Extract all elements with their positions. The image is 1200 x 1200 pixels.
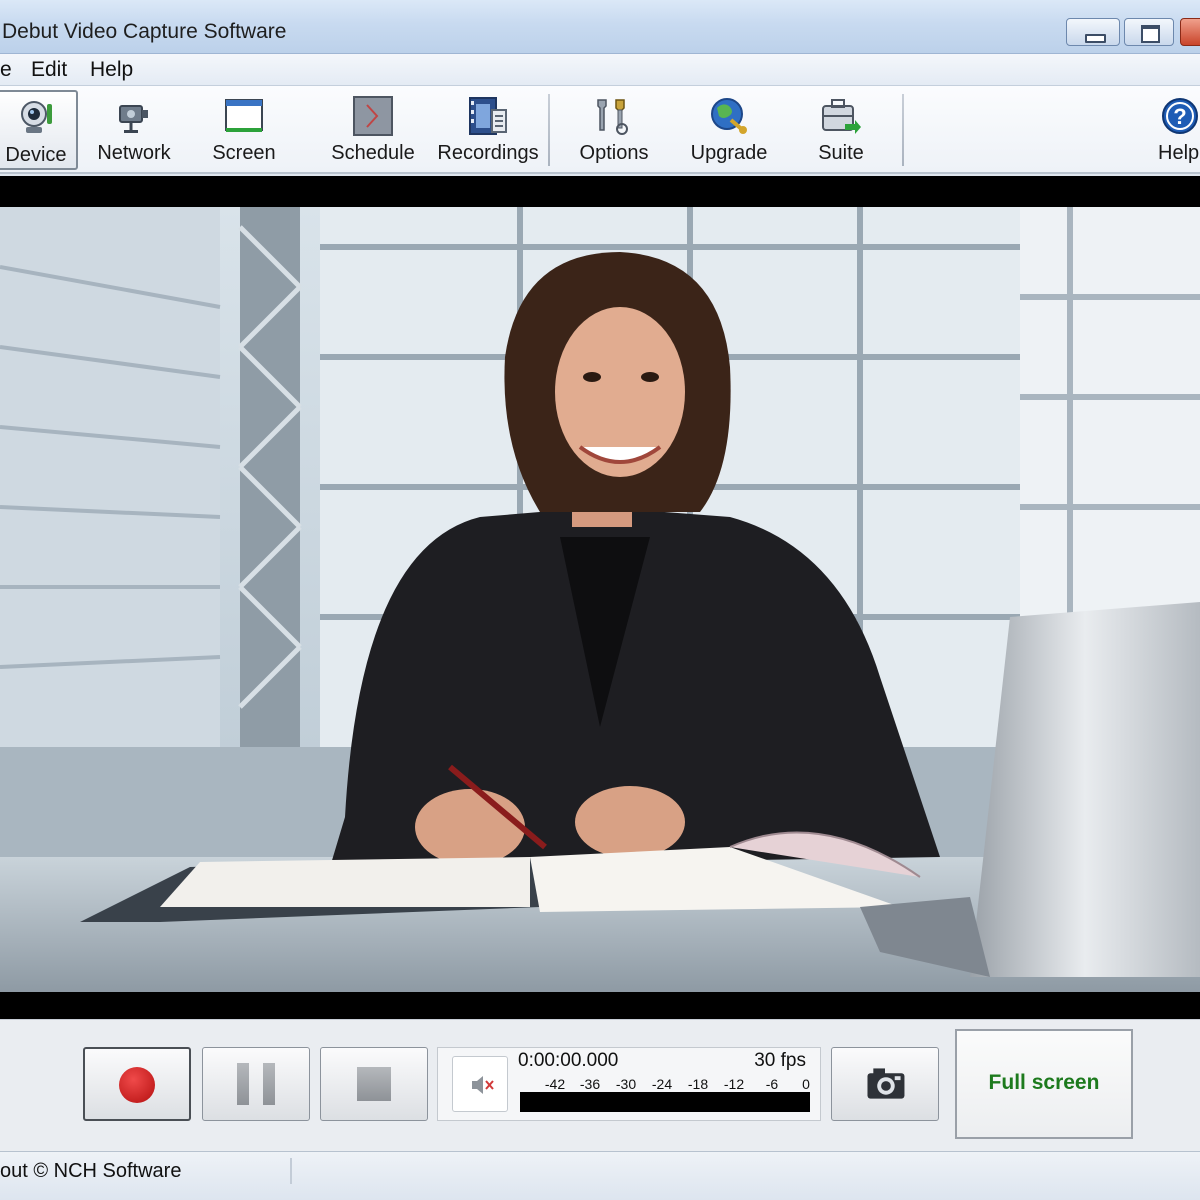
toolbar-help-button[interactable]: ? Help (1150, 90, 1200, 170)
frame-rate: 30 fps (754, 1050, 806, 1071)
status-bar: out © NCH Software (0, 1151, 1200, 1200)
level-scale-tick: 0 (802, 1076, 810, 1092)
toolbar-screen-button[interactable]: Screen (204, 90, 284, 170)
recording-timecode: 0:00:00.000 (518, 1050, 619, 1071)
level-scale-tick: -12 (723, 1076, 745, 1092)
toolbar: Device Network Screen Schedule Recording… (0, 86, 1200, 174)
toolbar-options-button[interactable]: Options (568, 90, 660, 170)
menu-file[interactable]: e (0, 58, 12, 82)
stop-icon (357, 1067, 391, 1101)
toolbar-network-label: Network (97, 142, 171, 164)
upgrade-globe-icon (711, 98, 747, 134)
toolbar-help-label: Help (1158, 142, 1200, 164)
maximize-button[interactable] (1124, 18, 1174, 46)
toolbar-upgrade-button[interactable]: Upgrade (682, 90, 776, 170)
audio-meter-panel: 0:00:00.000 30 fps -42 -36 -30 -24 -18 -… (437, 1047, 821, 1121)
audio-level-meter (520, 1092, 810, 1112)
level-scale-tick: -30 (615, 1076, 637, 1092)
help-question-icon: ? (1162, 98, 1198, 134)
suite-briefcase-icon (822, 99, 861, 134)
menu-edit[interactable]: Edit (31, 58, 67, 82)
full-screen-button[interactable]: Full screen (955, 1029, 1133, 1139)
toolbar-separator (902, 94, 904, 166)
screen-capture-icon (225, 99, 263, 132)
level-scale-tick: -42 (544, 1076, 566, 1092)
window-title: Debut Video Capture Software (2, 20, 287, 43)
toolbar-schedule-button[interactable]: Schedule (328, 90, 418, 170)
camera-icon (867, 1068, 905, 1099)
network-camera-icon (119, 105, 148, 133)
stop-button[interactable] (320, 1047, 428, 1121)
toolbar-device-button[interactable]: Device (0, 90, 78, 170)
toolbar-suite-button[interactable]: Suite (798, 90, 884, 170)
level-scale-tick: -6 (765, 1076, 779, 1092)
level-scale-tick: -18 (687, 1076, 709, 1092)
level-scale-tick: -24 (651, 1076, 673, 1092)
toolbar-recordings-label: Recordings (437, 142, 539, 164)
toolbar-schedule-label: Schedule (331, 142, 415, 164)
toolbar-options-label: Options (579, 142, 649, 164)
menu-help[interactable]: Help (90, 58, 133, 82)
toolbar-device-label: Device (5, 144, 67, 166)
close-button[interactable] (1180, 18, 1200, 46)
webcam-preview-image (0, 207, 1200, 992)
schedule-icon (353, 96, 393, 136)
status-text: out © NCH Software (0, 1160, 182, 1182)
toolbar-suite-label: Suite (818, 142, 864, 164)
toolbar-screen-label: Screen (212, 142, 276, 164)
toolbar-upgrade-label: Upgrade (690, 142, 768, 164)
record-button[interactable] (83, 1047, 191, 1121)
pause-button[interactable] (202, 1047, 310, 1121)
debut-app-window: Debut Video Capture Software e Edit Help… (0, 0, 1200, 1200)
options-tools-icon (597, 99, 628, 135)
capture-controls: 0:00:00.000 30 fps -42 -36 -30 -24 -18 -… (0, 1019, 1200, 1151)
title-bar: Debut Video Capture Software (0, 0, 1200, 54)
mute-button[interactable] (452, 1056, 508, 1112)
toolbar-separator (548, 94, 550, 166)
level-scale-tick: -36 (579, 1076, 601, 1092)
snapshot-button[interactable] (831, 1047, 939, 1121)
minimize-button[interactable] (1066, 18, 1120, 46)
speaker-muted-icon (472, 1076, 494, 1094)
record-icon (119, 1067, 155, 1103)
toolbar-recordings-button[interactable]: Recordings (432, 90, 544, 170)
menu-bar: e Edit Help (0, 54, 1200, 86)
toolbar-network-button[interactable]: Network (90, 90, 178, 170)
svg-text:?: ? (1173, 104, 1186, 129)
status-divider (290, 1158, 292, 1184)
recordings-film-icon (469, 97, 507, 135)
full-screen-label: Full screen (988, 1071, 1100, 1094)
webcam-icon (21, 101, 52, 133)
video-preview (0, 176, 1200, 1019)
